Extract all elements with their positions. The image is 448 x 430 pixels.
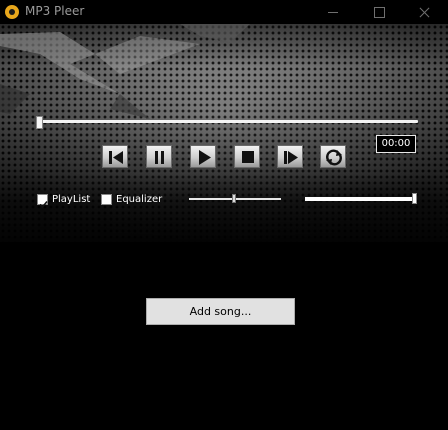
volume-slider-handle[interactable]: [412, 193, 417, 204]
title-bar[interactable]: MP3 Pleer: [0, 0, 448, 24]
skin-lower-gradient: [0, 174, 448, 242]
window-title: MP3 Pleer: [25, 4, 85, 18]
equalizer-checkbox-label[interactable]: Equalizer: [116, 194, 162, 206]
equalizer-checkbox[interactable]: [101, 194, 112, 205]
stop-icon: [242, 151, 254, 163]
repeat-icon: [326, 149, 342, 166]
seek-bar-handle[interactable]: [36, 116, 43, 129]
play-button[interactable]: [190, 145, 216, 168]
maximize-button[interactable]: [356, 0, 402, 24]
skip-forward-icon: [284, 151, 298, 164]
minimize-button[interactable]: [310, 0, 356, 24]
repeat-button[interactable]: [320, 145, 346, 168]
previous-track-button[interactable]: [102, 145, 128, 168]
skip-back-icon: [109, 151, 123, 164]
stop-button[interactable]: [234, 145, 260, 168]
player-skin-background: [0, 24, 448, 242]
app-window: MP3 Pleer 00:00 PlayList Equalizer Add s…: [0, 0, 448, 430]
volume-slider-track[interactable]: [305, 197, 416, 201]
checkmark-icon: [39, 200, 48, 209]
balance-slider-handle[interactable]: [232, 194, 236, 203]
playlist-checkbox-label[interactable]: PlayList: [52, 194, 90, 206]
close-button[interactable]: [402, 0, 448, 24]
cd-disc-icon: [5, 5, 19, 19]
time-display: 00:00: [376, 135, 416, 153]
play-icon: [199, 150, 211, 165]
next-track-button[interactable]: [277, 145, 303, 168]
playlist-checkbox[interactable]: [37, 194, 48, 209]
seek-bar-track[interactable]: [38, 120, 418, 123]
add-song-button[interactable]: Add song...: [146, 298, 295, 325]
pause-button[interactable]: [146, 145, 172, 168]
pause-icon: [155, 151, 164, 164]
